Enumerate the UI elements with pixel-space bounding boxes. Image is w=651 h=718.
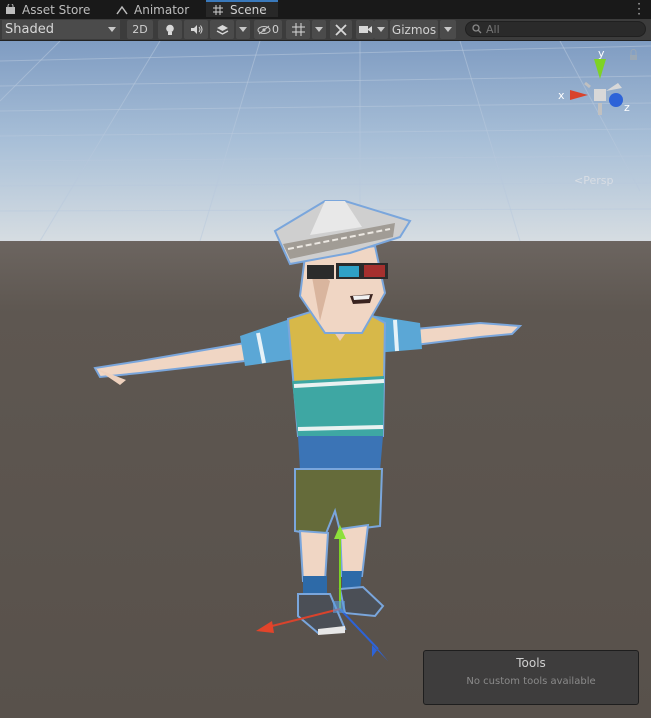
audio-toggle-button[interactable] (184, 20, 208, 39)
back-arrow-icon: < (574, 174, 584, 187)
chevron-down-icon (377, 27, 385, 32)
speaker-icon (190, 25, 202, 34)
lighting-toggle-button[interactable] (158, 20, 182, 39)
scene-search[interactable] (465, 21, 646, 37)
camera-icon (358, 26, 372, 33)
projection-label: Persp (583, 174, 614, 187)
grid-toggle-button[interactable] (286, 20, 310, 39)
grid-hash-icon (212, 4, 224, 16)
z-cone[interactable] (609, 93, 623, 107)
tools-overlay-title: Tools (516, 656, 546, 670)
chevron-down-icon (108, 27, 116, 32)
toggle-2d-label: 2D (132, 23, 148, 36)
chevron-down-icon (315, 27, 323, 32)
scene-visibility-button[interactable]: 0 (254, 20, 282, 39)
effects-dropdown[interactable] (236, 20, 250, 39)
effects-toggle-button[interactable] (210, 20, 234, 39)
chevron-down-icon (239, 27, 247, 32)
draw-mode-value: Shaded (5, 22, 54, 37)
gizmos-button[interactable]: Gizmos (390, 20, 438, 39)
hidden-object-count: 0 (272, 23, 279, 36)
search-input[interactable] (486, 22, 636, 36)
chevron-down-icon (444, 27, 452, 32)
tab-label: Scene (230, 2, 267, 17)
tab-label: Asset Store (22, 2, 91, 17)
scene-render: y x z (0, 41, 651, 718)
tab-animator[interactable]: Animator (116, 0, 206, 19)
tab-scene[interactable]: Scene (206, 0, 278, 17)
tools-toggle-button[interactable] (330, 20, 352, 39)
tools-overlay[interactable]: Tools No custom tools available (423, 650, 639, 705)
projection-toggle[interactable]: <Persp (574, 174, 613, 187)
draw-mode-dropdown[interactable]: Shaded (2, 20, 120, 39)
gizmos-dropdown[interactable] (440, 20, 456, 39)
y-axis-label: y (598, 47, 605, 60)
x-axis-label: x (558, 89, 565, 102)
wrench-cross-icon (335, 23, 347, 36)
shopping-bag-icon (4, 4, 16, 16)
plane-handle[interactable] (333, 601, 345, 613)
search-icon (472, 24, 482, 34)
grid-dropdown[interactable] (312, 20, 326, 39)
view-cube[interactable] (594, 89, 606, 101)
scene-viewport[interactable]: y x z <Persp (0, 41, 651, 718)
hidden-eye-icon (257, 25, 271, 34)
layers-effects-icon (216, 24, 228, 35)
camera-button[interactable] (356, 20, 374, 39)
animator-icon (116, 4, 128, 16)
gizmos-label: Gizmos (391, 22, 437, 37)
tools-overlay-message: No custom tools available (466, 676, 596, 687)
toggle-2d-button[interactable]: 2D (127, 20, 153, 39)
lightbulb-icon (166, 24, 174, 35)
tab-label: Animator (134, 2, 190, 17)
grid-icon (291, 23, 305, 36)
window-tab-bar: Asset Store Animator Scene · · · (0, 0, 651, 20)
more-options-icon[interactable]: · · · (637, 0, 641, 20)
scene-toolbar: Shaded 2D 0 Gizmos (0, 19, 651, 41)
tab-asset-store[interactable]: Asset Store (4, 0, 98, 19)
z-axis-label: z (624, 101, 630, 114)
camera-dropdown[interactable] (374, 20, 388, 39)
